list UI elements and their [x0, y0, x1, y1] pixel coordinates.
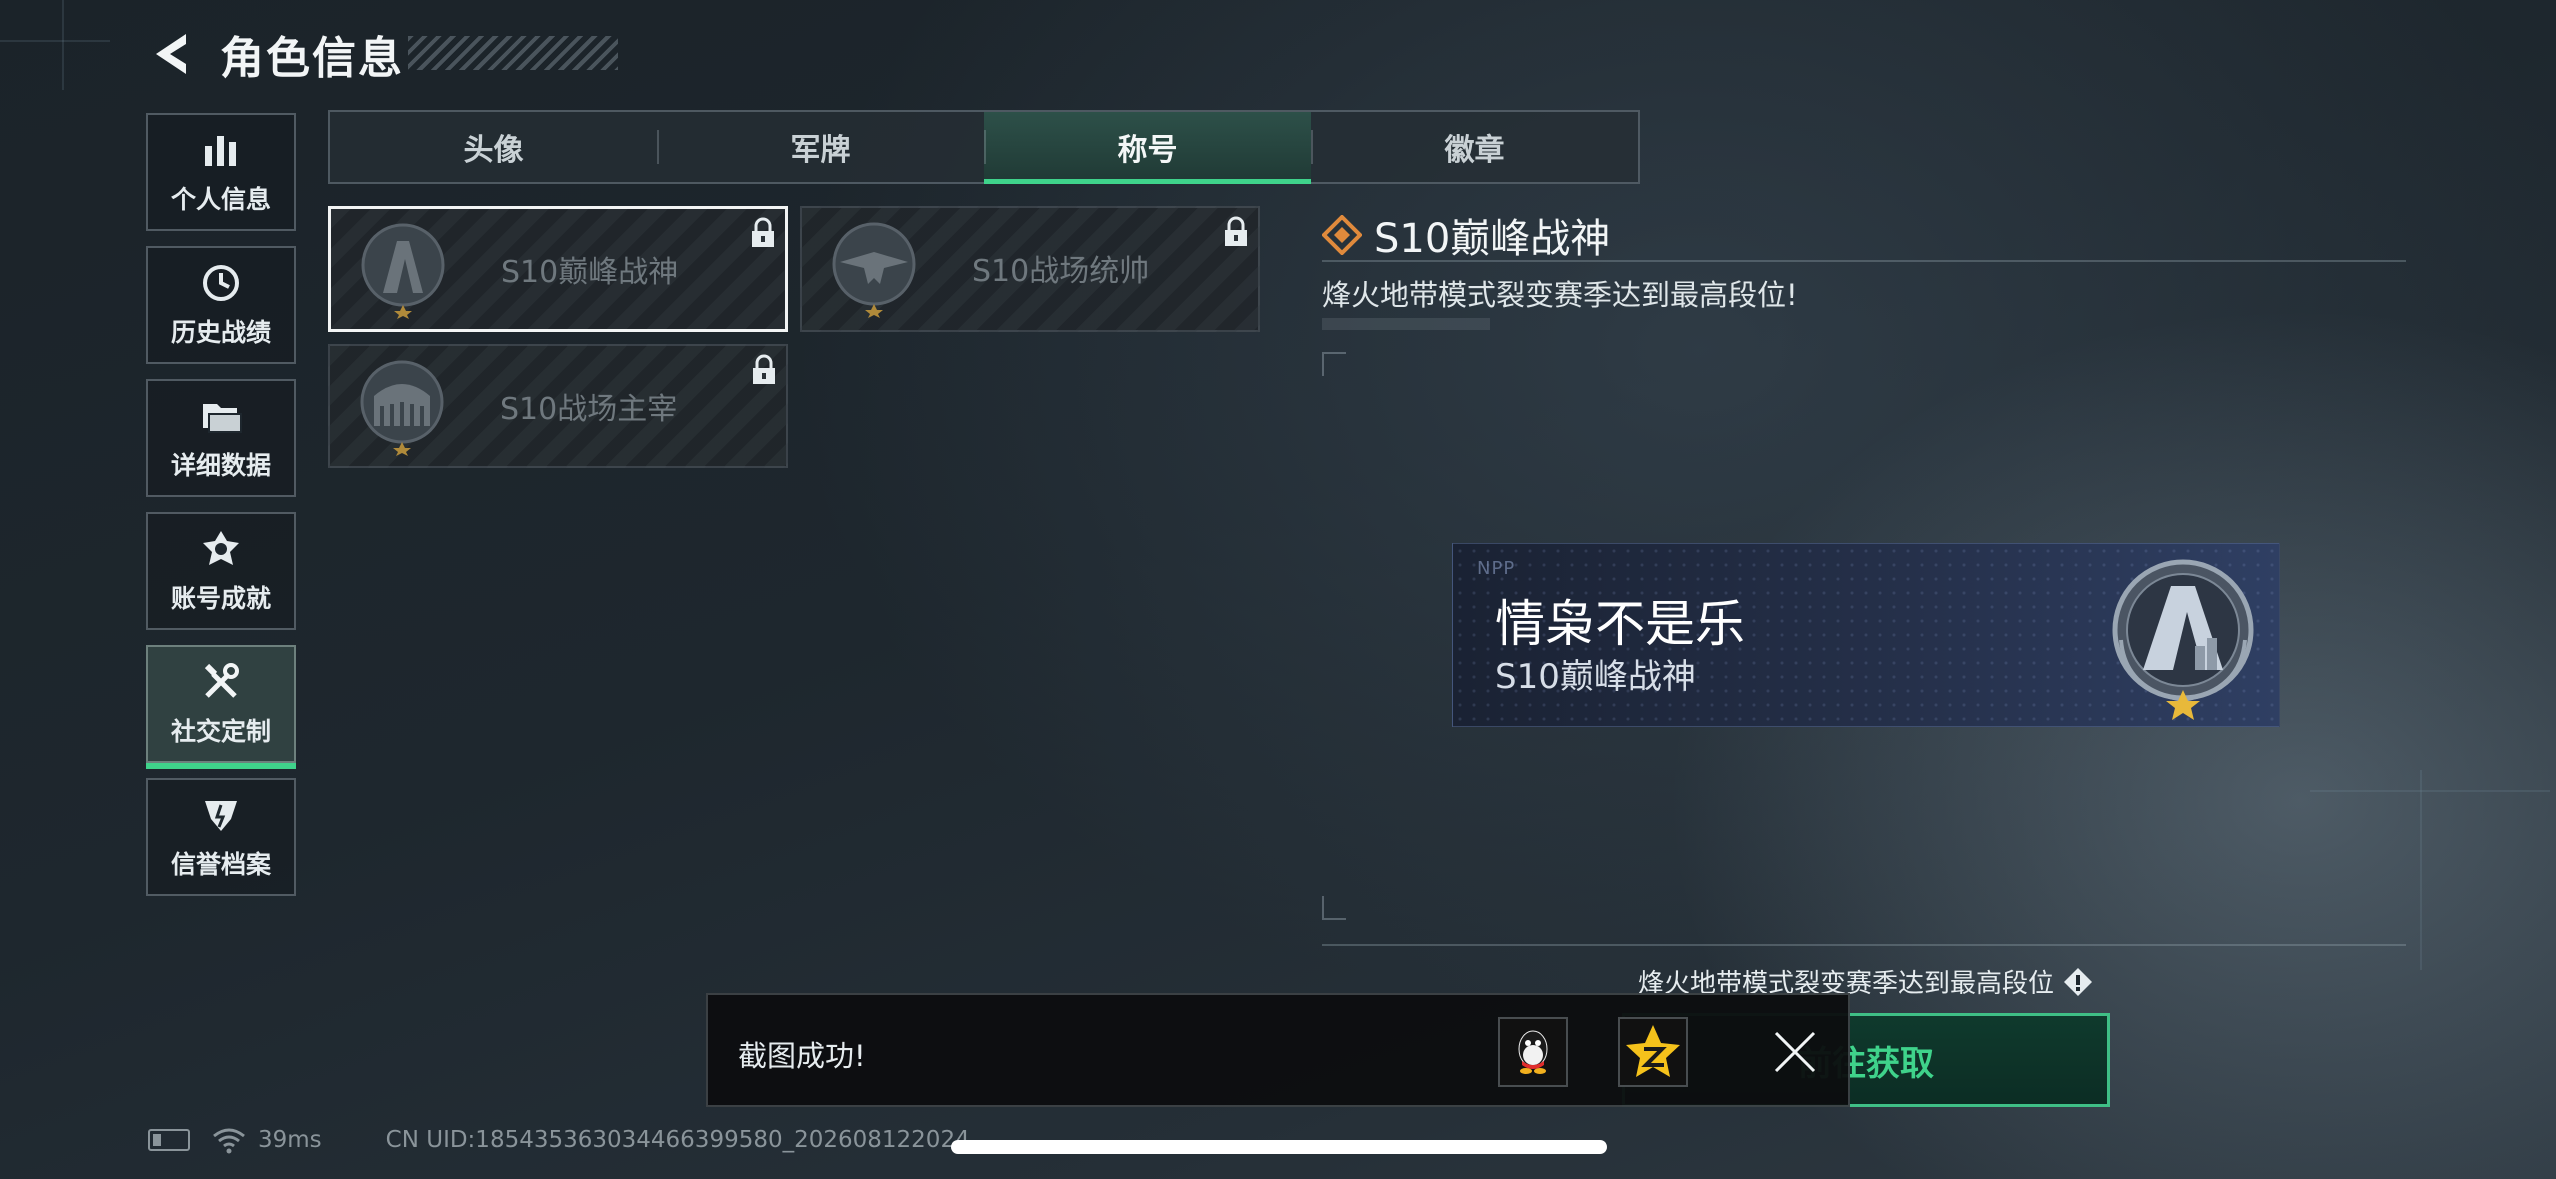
- title-card[interactable]: S10巅峰战神: [328, 206, 788, 332]
- peak-warrior-emblem-icon: [2103, 550, 2263, 722]
- sidebar-item-reputation[interactable]: 信誉档案: [146, 778, 296, 896]
- divider: [1322, 944, 2406, 946]
- close-icon: [1774, 1031, 1816, 1073]
- hud-line: [2310, 790, 2550, 792]
- detail-title: S10巅峰战神: [1374, 216, 1611, 262]
- tab-title[interactable]: 称号: [984, 112, 1311, 184]
- share-qq-button[interactable]: [1498, 1017, 1568, 1087]
- tools-icon: [199, 660, 243, 704]
- lock-icon: [750, 354, 778, 386]
- dominator-badge-icon: [352, 356, 452, 456]
- folder-icon: [199, 394, 243, 438]
- shield-badge-icon: [199, 793, 243, 837]
- divider: [1322, 260, 2406, 262]
- player-name: 情枭不是乐: [1495, 595, 1745, 653]
- bar-chart-icon: [199, 128, 243, 172]
- blurred-text: [1322, 318, 1490, 330]
- title-decoration: [408, 36, 618, 70]
- sidebar-item-personal-info[interactable]: 个人信息: [146, 113, 296, 231]
- sidebar-item-label: 账号成就: [170, 584, 271, 613]
- wifi-icon: [213, 1128, 245, 1154]
- title-card[interactable]: S10战场主宰: [328, 344, 788, 468]
- warning-icon[interactable]: [2062, 966, 2094, 998]
- category-tabs: 头像 军牌 称号 徽章: [328, 110, 1640, 184]
- tab-avatar[interactable]: 头像: [330, 112, 657, 182]
- back-button[interactable]: [146, 26, 202, 82]
- nameplate-title: S10巅峰战神: [1495, 657, 1696, 697]
- sidebar-item-detail-data[interactable]: 详细数据: [146, 379, 296, 497]
- frame-corner: [1322, 896, 1346, 920]
- hud-line: [2420, 770, 2422, 970]
- back-arrow-icon: [156, 34, 186, 74]
- medal-icon: [199, 527, 243, 571]
- sidebar-item-label: 社交定制: [170, 717, 271, 746]
- sidebar-item-label: 信誉档案: [170, 850, 271, 879]
- peak-warrior-badge-icon: [353, 219, 453, 319]
- title-card-name: S10战场主宰: [500, 392, 678, 427]
- hud-line: [0, 40, 110, 42]
- share-qzone-button[interactable]: [1618, 1017, 1688, 1087]
- sidebar-item-social-custom[interactable]: 社交定制: [146, 645, 296, 769]
- title-card[interactable]: S10战场统帅: [800, 206, 1260, 332]
- sidebar-item-label: 详细数据: [170, 451, 271, 480]
- page-title: 角色信息: [220, 33, 404, 84]
- battery-icon: [148, 1129, 190, 1151]
- lock-icon: [1222, 216, 1250, 248]
- qzone-star-icon: [1626, 1025, 1680, 1077]
- detail-header: S10巅峰战神: [1322, 206, 1610, 264]
- hud-line: [62, 0, 64, 90]
- status-bar: 39ms CN UID:185435363034466399580_202608…: [148, 1126, 970, 1154]
- screenshot-toast: 截图成功!: [706, 993, 1850, 1107]
- nameplate-mark: NPP: [1477, 558, 1516, 579]
- diamond-gem-icon: [1322, 215, 1362, 255]
- home-indicator[interactable]: [951, 1140, 1607, 1154]
- tab-dogtag[interactable]: 军牌: [657, 112, 984, 182]
- uid-text: CN UID:185435363034466399580_20260812202…: [385, 1127, 970, 1153]
- qq-penguin-icon: [1518, 1030, 1548, 1074]
- ping-value: 39ms: [258, 1127, 322, 1153]
- commander-badge-icon: [824, 218, 924, 318]
- tab-badge[interactable]: 徽章: [1311, 112, 1638, 182]
- nameplate-preview: NPP 情枭不是乐 S10巅峰战神: [1452, 543, 2280, 727]
- sidebar-item-label: 历史战绩: [170, 318, 271, 347]
- title-card-name: S10巅峰战神: [501, 255, 679, 290]
- clock-icon: [199, 261, 243, 305]
- sidebar-item-achievements[interactable]: 账号成就: [146, 512, 296, 630]
- sidebar-item-label: 个人信息: [170, 185, 271, 214]
- detail-description: 烽火地带模式裂变赛季达到最高段位!: [1322, 278, 1798, 312]
- lock-icon: [749, 217, 777, 249]
- sidebar-item-history[interactable]: 历史战绩: [146, 246, 296, 364]
- toast-message: 截图成功!: [738, 1039, 866, 1073]
- title-card-name: S10战场统帅: [972, 254, 1150, 289]
- frame-corner: [1322, 352, 1346, 376]
- close-toast-button[interactable]: [1764, 1021, 1826, 1083]
